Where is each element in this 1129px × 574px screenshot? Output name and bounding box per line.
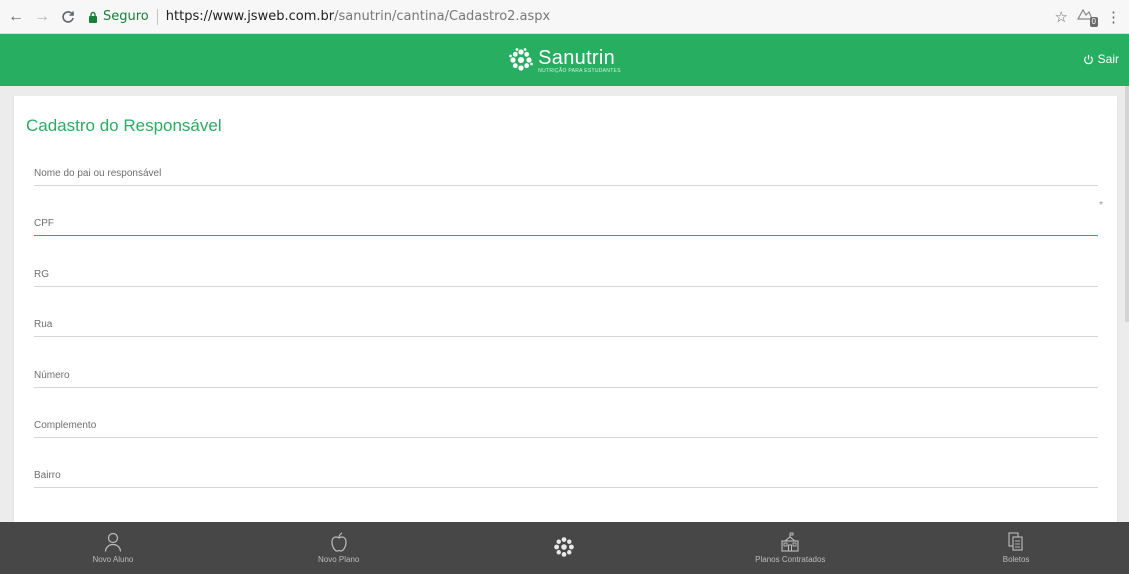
nav-home-logo[interactable] bbox=[452, 522, 678, 574]
nav-contracted-plans[interactable]: Planos Contratados bbox=[677, 522, 903, 574]
bookmark-star-icon[interactable]: ☆ bbox=[1055, 8, 1068, 26]
logo-icon bbox=[509, 48, 534, 71]
nav-label: Boletos bbox=[1002, 555, 1030, 564]
nav-new-student[interactable]: Novo Aluno bbox=[0, 522, 226, 574]
number-input[interactable] bbox=[34, 370, 1098, 381]
cpf-input[interactable] bbox=[34, 218, 1098, 229]
apple-icon bbox=[331, 532, 347, 552]
nav-label: Novo Aluno bbox=[92, 555, 134, 564]
url-host: https://www.jsweb.com.br bbox=[165, 9, 335, 24]
complement-field bbox=[34, 388, 1098, 438]
browser-toolbar: ← → Seguro https://www.jsweb.com.br/sanu… bbox=[0, 0, 1129, 34]
logout-label: Sair bbox=[1097, 52, 1119, 66]
neighborhood-field bbox=[34, 438, 1098, 488]
logout-button[interactable]: Sair bbox=[1083, 52, 1119, 66]
extension-badge: 0 bbox=[1089, 16, 1098, 27]
documents-icon bbox=[1008, 532, 1023, 551]
brand-name: Sanutrin bbox=[538, 46, 616, 69]
forward-button[interactable]: → bbox=[32, 7, 52, 27]
rg-field bbox=[34, 237, 1098, 287]
browser-menu-icon[interactable]: ⋮ bbox=[1106, 8, 1121, 26]
secure-indicator[interactable]: Seguro bbox=[88, 9, 149, 24]
neighborhood-input[interactable] bbox=[34, 470, 1098, 481]
guardian-name-input[interactable] bbox=[34, 168, 1098, 179]
complement-input[interactable] bbox=[34, 420, 1098, 431]
app-header: Sanutrin NUTRIÇÃO PARA ESTUDANTES Sair bbox=[0, 34, 1129, 86]
cpf-field bbox=[34, 186, 1098, 236]
lock-icon bbox=[89, 11, 97, 23]
arrow-right-icon: → bbox=[34, 7, 50, 25]
power-icon bbox=[1083, 54, 1093, 64]
logo-icon bbox=[554, 536, 575, 557]
page-title: Cadastro do Responsável bbox=[26, 116, 222, 135]
address-separator bbox=[156, 8, 158, 25]
arrow-left-icon: ← bbox=[8, 7, 24, 25]
brand-logo[interactable]: Sanutrin NUTRIÇÃO PARA ESTUDANTES bbox=[508, 47, 621, 74]
guardian-name-field bbox=[34, 136, 1098, 186]
nav-new-plan[interactable]: Novo Plano bbox=[226, 522, 452, 574]
secure-label: Seguro bbox=[103, 9, 149, 24]
reload-button[interactable] bbox=[58, 7, 78, 27]
address-bar[interactable]: Seguro https://www.jsweb.com.br/sanutrin… bbox=[88, 4, 1055, 30]
extension-button[interactable]: 0 bbox=[1076, 7, 1098, 27]
number-field bbox=[34, 338, 1098, 388]
rg-input[interactable] bbox=[34, 269, 1098, 280]
user-icon bbox=[104, 532, 121, 552]
street-field bbox=[34, 287, 1098, 337]
street-input[interactable] bbox=[34, 319, 1098, 330]
school-icon bbox=[781, 532, 799, 552]
required-marker: * bbox=[1099, 200, 1103, 211]
bottom-navigation: Novo Aluno Novo Plano Planos Contratados… bbox=[0, 522, 1129, 574]
registration-card: Cadastro do Responsável * bbox=[14, 96, 1117, 526]
nav-label: Novo Plano bbox=[318, 555, 360, 564]
nav-label: Planos Contratados bbox=[755, 555, 826, 564]
brand-tagline: NUTRIÇÃO PARA ESTUDANTES bbox=[538, 67, 621, 74]
nav-invoices[interactable]: Boletos bbox=[903, 522, 1129, 574]
reload-icon bbox=[62, 10, 74, 23]
page-scrollbar[interactable] bbox=[1125, 86, 1129, 322]
url-path: /sanutrin/cantina/Cadastro2.aspx bbox=[334, 9, 551, 24]
back-button[interactable]: ← bbox=[6, 7, 26, 27]
